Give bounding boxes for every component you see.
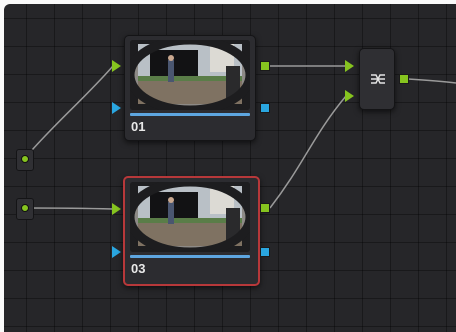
wire-source-1-to-node-01 xyxy=(24,65,114,159)
node-03-label: 03 xyxy=(131,261,146,276)
mixer-input-1[interactable] xyxy=(345,60,354,72)
node-01-progress-bar xyxy=(130,113,250,116)
wire-node-03-to-mixer xyxy=(269,95,347,209)
node-03-progress-bar xyxy=(130,255,250,258)
mixer-input-2[interactable] xyxy=(345,90,354,102)
layer-mixer-icon xyxy=(371,74,385,84)
mixer-output[interactable] xyxy=(399,74,409,84)
node-01-rgb-input[interactable] xyxy=(112,60,121,72)
layer-mixer-node[interactable] xyxy=(359,48,395,110)
node-03-rgb-output[interactable] xyxy=(260,203,270,213)
source-input-1[interactable] xyxy=(16,149,34,171)
node-01[interactable]: 01 xyxy=(124,35,256,141)
node-01-alpha-input[interactable] xyxy=(112,102,121,114)
node-editor[interactable]: 01 03 xyxy=(4,4,456,332)
wire-source-2-to-node-03 xyxy=(24,207,114,210)
source-input-2[interactable] xyxy=(16,198,34,220)
node-03[interactable]: 03 xyxy=(123,176,260,286)
node-01-alpha-output[interactable] xyxy=(260,103,270,113)
node-01-rgb-output[interactable] xyxy=(260,61,270,71)
video-thumbnail-icon xyxy=(130,40,250,110)
wire-mixer-output xyxy=(407,78,456,84)
node-01-label: 01 xyxy=(131,119,146,134)
node-03-alpha-output[interactable] xyxy=(260,247,270,257)
node-03-alpha-input[interactable] xyxy=(112,246,121,258)
video-thumbnail-icon xyxy=(130,182,250,252)
node-03-rgb-input[interactable] xyxy=(112,203,121,215)
